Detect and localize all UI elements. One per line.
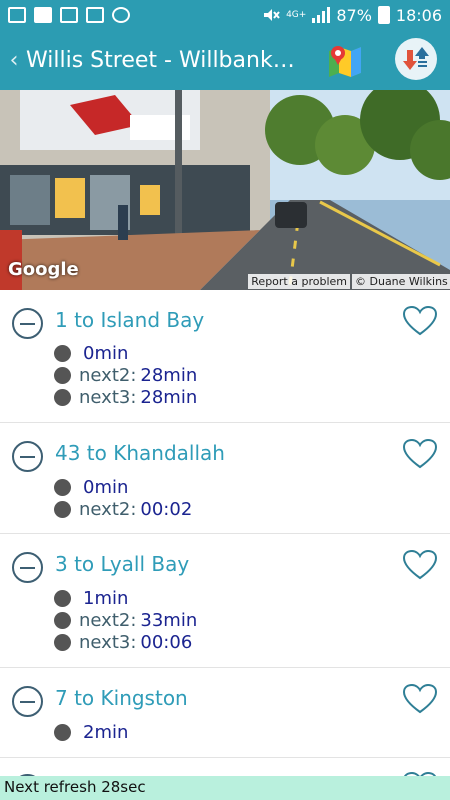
arrival-row: 2min: [54, 721, 128, 743]
page-title: Willis Street - Willbank Co...: [26, 47, 296, 73]
google-logo: Google: [8, 259, 79, 280]
sync-notification-icon: [112, 7, 130, 23]
route-name: 3 to Lyall Bay: [55, 552, 190, 576]
arrival-value: 0min: [83, 476, 129, 498]
arrival-value: 0min: [83, 342, 129, 364]
battery-percent: 87%: [336, 5, 372, 25]
refresh-countdown: Next refresh 28sec: [4, 778, 146, 796]
map-button[interactable]: [326, 41, 364, 79]
remove-route-icon[interactable]: [12, 441, 43, 472]
report-problem-link[interactable]: Report a problem: [248, 274, 350, 289]
status-dot-icon: [54, 723, 71, 741]
remove-route-icon[interactable]: [12, 686, 43, 717]
status-dot-icon: [54, 500, 71, 518]
status-bar: 4G+ 87% 18:06: [0, 0, 450, 30]
arrival-label: next2:: [79, 609, 137, 631]
network-type: 4G+: [286, 9, 307, 20]
remove-route-icon[interactable]: [12, 308, 43, 339]
arrival-row: next3: 28min: [54, 386, 197, 408]
arrival-row: next3: 00:06: [54, 631, 197, 653]
arrival-value: 2min: [83, 721, 129, 743]
arrival-value: 1min: [83, 587, 129, 609]
route-item[interactable]: 3 to Lyall Bay 1min next2: 33min next3: 00…: [0, 534, 450, 668]
map-icon: [329, 46, 361, 77]
arrival-row: 1min: [54, 587, 197, 609]
favorite-heart-icon[interactable]: [403, 684, 437, 714]
sort-button[interactable]: [395, 38, 437, 80]
arrival-row: next2: 00:02: [54, 498, 192, 520]
arrival-label: next2:: [79, 498, 137, 520]
status-dot-icon: [54, 478, 71, 496]
app-bar: ‹ Willis Street - Willbank Co...: [0, 30, 450, 90]
status-dot-icon: [54, 388, 71, 406]
photo-credit: © Duane Wilkins: [352, 274, 450, 289]
arrival-label: next2:: [79, 364, 137, 386]
arrival-value: 00:06: [140, 631, 193, 653]
arrival-times: 1min next2: 33min next3: 00:06: [54, 587, 197, 653]
arrival-value: 28min: [140, 386, 198, 408]
status-dot-icon: [54, 589, 71, 607]
arrival-value: 33min: [140, 609, 198, 631]
route-item[interactable]: 7 to Kingston 2min: [0, 668, 450, 758]
mute-icon: [264, 9, 280, 21]
arrival-label: next3:: [79, 386, 137, 408]
back-icon[interactable]: ‹: [2, 48, 26, 73]
route-item[interactable]: 43 to Khandallah 0min next2: 00:02: [0, 423, 450, 534]
status-dot-icon: [54, 366, 71, 384]
flipboard-notification-icon: [34, 7, 52, 23]
refresh-status-bar: Next refresh 28sec: [0, 776, 450, 800]
sort-arrows-icon: [403, 47, 429, 70]
arrival-times: 0min next2: 28min next3: 28min: [54, 342, 197, 408]
arrival-times: 0min next2: 00:02: [54, 476, 192, 520]
route-list: 1 to Island Bay 0min next2: 28min next3: 2…: [0, 290, 450, 776]
route-item[interactable]: 1 to Island Bay 0min next2: 28min next3: 2…: [0, 290, 450, 423]
route-name: 43 to Khandallah: [55, 441, 225, 465]
route-name: 1 to Island Bay: [55, 308, 205, 332]
arrival-label: next3:: [79, 631, 137, 653]
signal-icon: [312, 7, 331, 23]
mail-notification-icon: [60, 7, 78, 23]
gallery-notification-icon: [8, 7, 26, 23]
favorite-heart-icon[interactable]: [403, 550, 437, 580]
favorite-heart-icon[interactable]: [403, 306, 437, 336]
route-item-partial[interactable]: [0, 758, 450, 776]
arrival-row: 0min: [54, 476, 192, 498]
arrival-value: 28min: [140, 364, 198, 386]
arrival-row: next2: 33min: [54, 609, 197, 631]
status-dot-icon: [54, 344, 71, 362]
favorite-heart-icon[interactable]: [403, 439, 437, 469]
route-name: 7 to Kingston: [55, 686, 188, 710]
battery-icon: [377, 6, 390, 24]
status-dot-icon: [54, 633, 71, 651]
arrival-row: 0min: [54, 342, 197, 364]
clock: 18:06: [395, 5, 442, 25]
arrival-row: next2: 28min: [54, 364, 197, 386]
remove-route-icon[interactable]: [12, 552, 43, 583]
street-view-image[interactable]: Google Report a problem © Duane Wilkins: [0, 90, 450, 290]
wifi-notification-icon: [86, 7, 104, 23]
status-dot-icon: [54, 611, 71, 629]
arrival-value: 00:02: [140, 498, 193, 520]
arrival-times: 2min: [54, 721, 128, 743]
